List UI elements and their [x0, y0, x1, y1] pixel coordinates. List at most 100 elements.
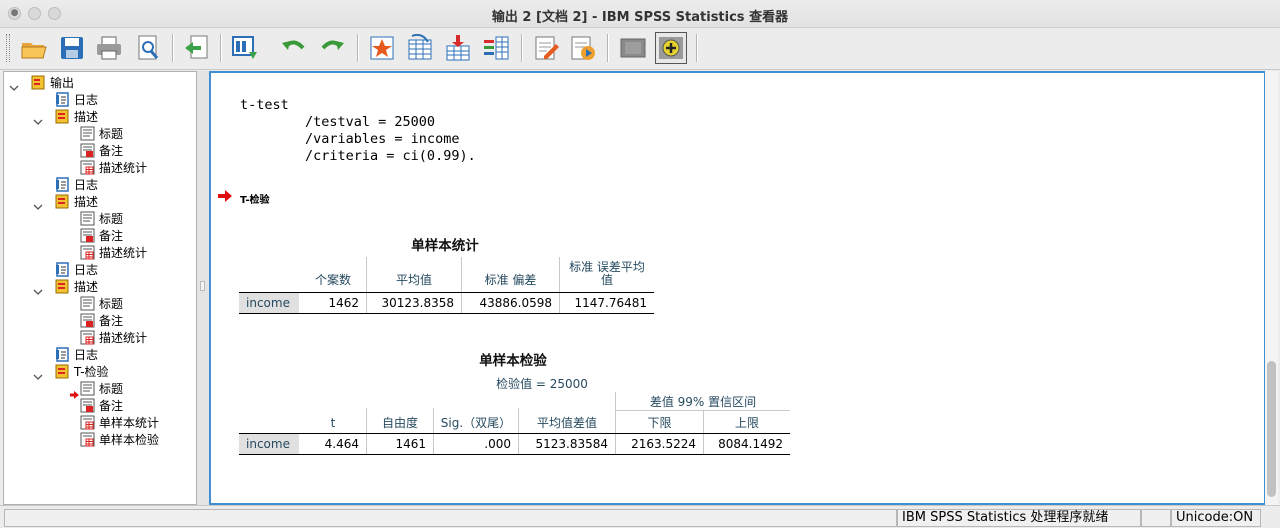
script-button[interactable]: [567, 32, 599, 64]
outline-item[interactable]: 备注: [80, 142, 123, 159]
table-icon: [80, 330, 95, 345]
toolbar-grip[interactable]: [6, 34, 10, 62]
outline-item[interactable]: 输出: [31, 74, 74, 91]
goto-case-button[interactable]: [366, 32, 398, 64]
procedure-icon: [55, 109, 70, 124]
outline-item-label: 描述统计: [99, 331, 148, 345]
title-icon: [80, 381, 95, 396]
outline-item[interactable]: 备注: [80, 397, 123, 414]
toolbar-separator: [172, 34, 174, 62]
table-icon: [80, 160, 95, 175]
outline-item[interactable]: 单样本统计: [80, 414, 159, 431]
outline-item-label: 描述统计: [99, 246, 148, 260]
print-button[interactable]: [93, 32, 125, 64]
expand-chevron-icon[interactable]: [33, 367, 43, 380]
toolbar-separator: [696, 34, 698, 62]
toolbar-separator: [220, 34, 222, 62]
goto-data-icon: [232, 36, 257, 59]
log-icon: [55, 347, 70, 362]
status-bar: IBM SPSS Statistics 处理程序就绪 Unicode:ON: [0, 505, 1280, 528]
outline-item[interactable]: 描述统计: [80, 329, 147, 346]
redo-icon: [321, 40, 344, 50]
save-icon: [61, 37, 83, 59]
open-icon: [21, 43, 47, 59]
goto-case-icon: [370, 36, 394, 60]
outline-item[interactable]: 标题: [80, 125, 123, 142]
print-preview-button[interactable]: [132, 32, 164, 64]
outline-item[interactable]: 标题: [80, 380, 123, 397]
goto-data-button[interactable]: [229, 32, 261, 64]
outline-item[interactable]: T-检验: [55, 363, 109, 380]
undo-icon: [282, 40, 305, 50]
export-button[interactable]: [180, 32, 212, 64]
outline-item-label: T-检验: [74, 365, 109, 379]
outline-item-label: 标题: [99, 297, 124, 311]
notes-icon: [80, 143, 95, 158]
outline-item[interactable]: 描述统计: [80, 244, 147, 261]
toolbar: [0, 28, 1280, 70]
outline-item[interactable]: 描述: [55, 278, 98, 295]
table-cell: 8084.1492: [718, 437, 783, 451]
outline-item[interactable]: 日志: [55, 91, 98, 108]
pane-splitter[interactable]: [197, 71, 209, 505]
splitter-handle[interactable]: [200, 281, 205, 291]
outline-item-label: 描述: [74, 110, 99, 124]
edit-button[interactable]: [530, 32, 562, 64]
outline-item[interactable]: 单样本检验: [80, 431, 159, 448]
add-button[interactable]: [655, 32, 687, 64]
outline-item[interactable]: 备注: [80, 312, 123, 329]
print-preview-icon: [138, 35, 159, 60]
open-button[interactable]: [18, 32, 50, 64]
title-bar: ● 输出 2 [文档 2] - IBM SPSS Statistics 查看器: [0, 0, 1280, 28]
outline-item-label: 日志: [74, 348, 99, 362]
table-cell: 43886.0598: [479, 296, 552, 310]
current-item-arrow-icon: [218, 190, 232, 202]
log-icon: [55, 92, 70, 107]
undo-button[interactable]: [278, 32, 310, 64]
title-icon: [80, 296, 95, 311]
insert-cases-button[interactable]: [442, 32, 474, 64]
output-book-icon: [31, 75, 46, 90]
expand-chevron-icon[interactable]: [33, 112, 43, 125]
outline-item-label: 备注: [99, 229, 124, 243]
window-title: 输出 2 [文档 2] - IBM SPSS Statistics 查看器: [491, 10, 789, 25]
title-icon: [80, 211, 95, 226]
table-title: 单样本统计: [411, 238, 479, 254]
table-cell: 30123.8358: [381, 296, 454, 310]
vertical-scrollbar[interactable]: [1265, 71, 1278, 505]
column-header: 标准 误差平均 值: [569, 260, 645, 287]
designate-icon: [620, 38, 646, 58]
outline-item[interactable]: 描述: [55, 108, 98, 125]
outline-item-label: 单样本检验: [99, 433, 160, 447]
save-button[interactable]: [56, 32, 88, 64]
expand-chevron-icon[interactable]: [33, 197, 43, 210]
title-icon: [80, 126, 95, 141]
outline-item[interactable]: 日志: [55, 346, 98, 363]
outline-item-label: 日志: [74, 178, 99, 192]
expand-chevron-icon[interactable]: [33, 282, 43, 295]
outline-item[interactable]: 标题: [80, 210, 123, 227]
outline-item[interactable]: 备注: [80, 227, 123, 244]
outline-item[interactable]: 标题: [80, 295, 123, 312]
table-cell: 2163.5224: [631, 437, 696, 451]
test-value-label: 检验值 = 25000: [496, 377, 588, 391]
column-header: 自由度: [381, 416, 418, 430]
outline-item[interactable]: 描述统计: [80, 159, 147, 176]
expand-chevron-icon[interactable]: [9, 78, 19, 91]
export-icon: [185, 35, 208, 59]
insert-cases-icon: [446, 35, 470, 61]
goto-variable-button[interactable]: [404, 32, 436, 64]
outline-item[interactable]: 描述: [55, 193, 98, 210]
column-header: 个案数: [314, 273, 351, 287]
notes-icon: [80, 313, 95, 328]
scrollbar-thumb[interactable]: [1267, 361, 1276, 497]
redo-button[interactable]: [316, 32, 348, 64]
outline-item-label: 标题: [99, 382, 124, 396]
outline-item-label: 单样本统计: [99, 416, 160, 430]
outline-item[interactable]: 日志: [55, 176, 98, 193]
variables-button[interactable]: [480, 32, 512, 64]
outline-item[interactable]: 日志: [55, 261, 98, 278]
print-icon: [97, 36, 121, 60]
designate-window-button[interactable]: [617, 32, 649, 64]
column-header: 平均值差值: [536, 416, 597, 430]
